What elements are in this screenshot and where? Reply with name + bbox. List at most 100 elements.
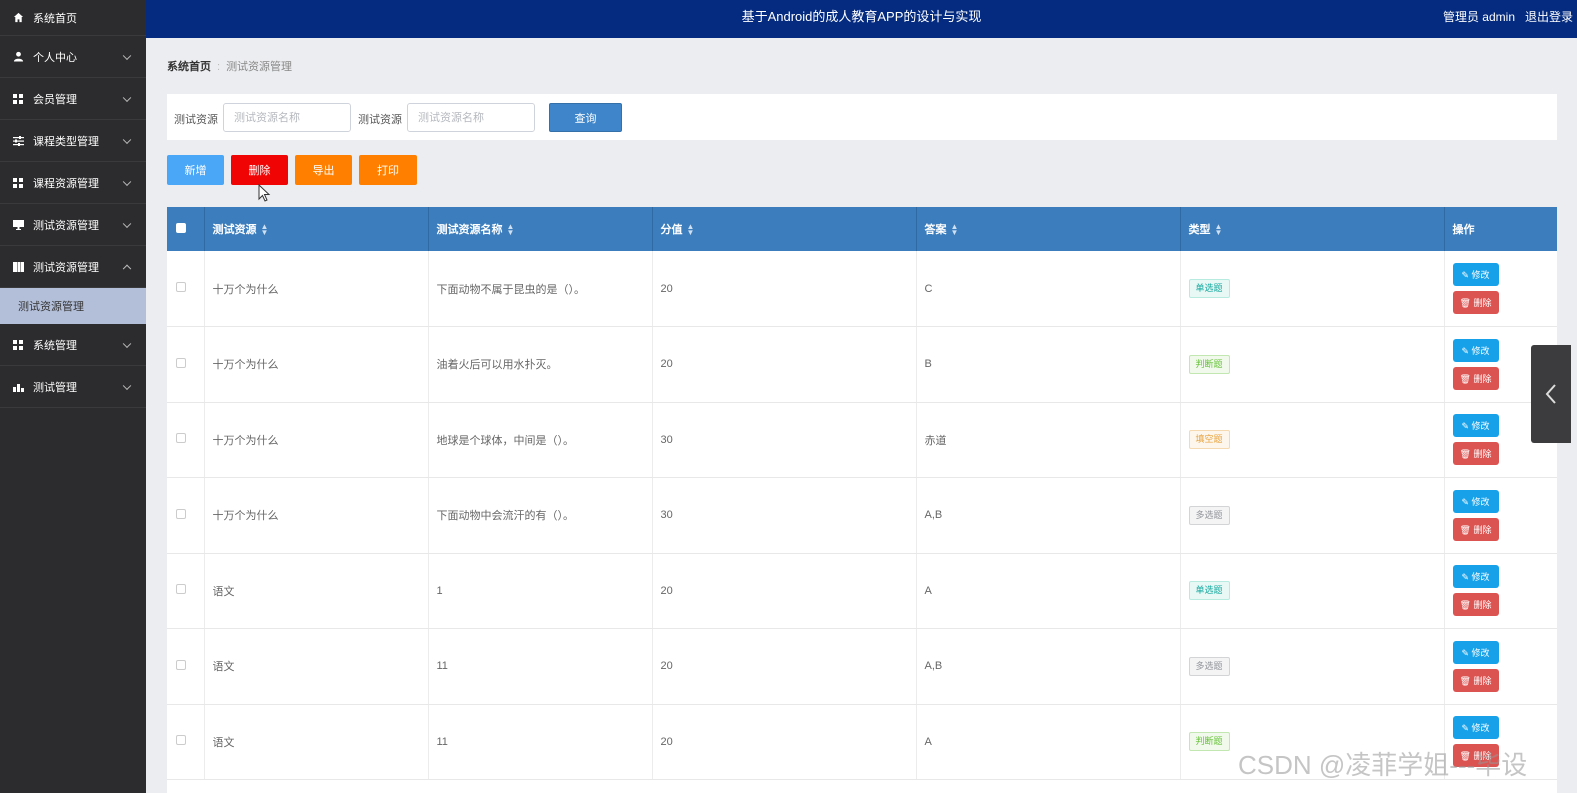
trash-icon: 🗑 (1459, 524, 1474, 535)
delete-button-label: 删除 (1473, 298, 1492, 308)
sidebar-subitem-label: 测试资源管理 (18, 301, 84, 313)
mouse-cursor-icon (258, 184, 271, 202)
edit-button[interactable]: ✎ 修改 (1452, 640, 1499, 664)
breadcrumb-current: 测试资源管理 (226, 61, 293, 73)
table-row: 语文 1 20 A 单选题 ✎ 修改 🗑 删除 (167, 553, 1557, 629)
type-tag: 单选题 (1188, 581, 1230, 601)
column-header-answer[interactable]: 答案 ▲ ▼ (916, 207, 1181, 251)
chevron-down-icon (122, 135, 132, 144)
edit-icon: ✎ (1461, 421, 1472, 432)
sidebar-item-home[interactable]: 系统首页 (0, 0, 146, 36)
cell-score: 20 (652, 326, 917, 403)
cell-actions: ✎ 修改 🗑 删除 (1444, 477, 1557, 554)
edit-button[interactable]: ✎ 修改 (1452, 263, 1499, 286)
cell-resource: 十万个为什么 (204, 477, 429, 554)
side-panel-toggle[interactable] (1531, 345, 1571, 443)
chevron-down-icon (122, 381, 132, 390)
chevron-down-icon (122, 51, 132, 60)
row-checkbox[interactable] (176, 735, 186, 746)
edit-button[interactable]: ✎ 修改 (1452, 338, 1499, 362)
edit-icon: ✎ (1461, 496, 1472, 507)
sidebar-item-label: 测试资源管理 (33, 219, 99, 232)
column-header-name[interactable]: 测试资源名称 ▲ ▼ (428, 207, 653, 251)
search-label-2: 测试资源 (358, 114, 402, 126)
column-header-resource[interactable]: 测试资源 ▲ ▼ (204, 207, 429, 251)
cell-name: 地球是个球体，中间是（）。 (428, 402, 653, 478)
sidebar-item-course-type-management[interactable]: 课程类型管理 (0, 120, 146, 162)
sort-icon: ▲ ▼ (950, 222, 959, 238)
cell-name: 油着火后可以用水扑灭。 (428, 326, 653, 403)
trash-icon: 🗑 (1459, 449, 1474, 460)
row-checkbox[interactable] (176, 433, 186, 444)
delete-button[interactable]: 🗑 删除 (1452, 593, 1499, 617)
row-checkbox[interactable] (176, 584, 186, 595)
row-select-cell (167, 553, 205, 629)
grid-icon (12, 93, 24, 105)
row-checkbox[interactable] (176, 282, 186, 292)
current-user: 管理员 admin (1442, 10, 1515, 24)
export-button[interactable]: 导出 (295, 155, 352, 185)
edit-button[interactable]: ✎ 修改 (1452, 489, 1499, 513)
edit-button-label: 修改 (1471, 647, 1490, 658)
delete-button-label: 删除 (1473, 449, 1492, 460)
breadcrumb-home[interactable]: 系统首页 (167, 61, 211, 73)
sidebar-item-label: 会员管理 (33, 93, 77, 106)
select-all-checkbox[interactable] (176, 222, 186, 233)
search-panel: 测试资源 测试资源 查询 (167, 94, 1557, 140)
book-icon (12, 261, 24, 273)
sidebar-item-test-resource-management[interactable]: 测试资源管理 (0, 204, 146, 246)
cell-type: 单选题 (1180, 553, 1445, 629)
app-title: 基于Android的成人教育APP的设计与实现 (741, 9, 982, 24)
batch-delete-button[interactable]: 删除 (231, 155, 288, 185)
trash-icon: 🗑 (1459, 298, 1474, 308)
delete-button-label: 删除 (1473, 675, 1492, 686)
column-header-score[interactable]: 分值 ▲ ▼ (652, 207, 917, 251)
row-checkbox[interactable] (176, 508, 186, 519)
row-checkbox[interactable] (176, 659, 186, 670)
delete-button[interactable]: 🗑 删除 (1452, 442, 1499, 466)
edit-button[interactable]: ✎ 修改 (1452, 565, 1499, 589)
sliders-icon (12, 135, 24, 147)
grid-icon (12, 177, 24, 189)
sidebar-item-course-resource-management[interactable]: 课程资源管理 (0, 162, 146, 204)
sidebar-item-member-management[interactable]: 会员管理 (0, 78, 146, 120)
cell-answer: 赤道 (916, 402, 1181, 478)
edit-button-label: 修改 (1471, 421, 1490, 432)
edit-button[interactable]: ✎ 修改 (1452, 716, 1499, 740)
delete-button[interactable]: 🗑 删除 (1452, 668, 1499, 692)
delete-button[interactable]: 🗑 删除 (1452, 366, 1499, 390)
search-input-2[interactable] (407, 103, 535, 132)
print-button[interactable]: 打印 (359, 155, 417, 185)
cell-answer: C (916, 251, 1181, 327)
edit-button[interactable]: ✎ 修改 (1452, 414, 1499, 438)
sort-icon: ▲ ▼ (686, 222, 695, 238)
home-icon (12, 12, 24, 24)
search-button[interactable]: 查询 (549, 103, 622, 132)
grid-icon (12, 339, 24, 351)
sidebar-item-label: 课程资源管理 (33, 177, 99, 190)
sidebar-item-system-management[interactable]: 系统管理 (0, 324, 146, 366)
table-row: 语文 11 20 A,B 多选题 ✎ 修改 🗑 删除 (167, 628, 1557, 705)
logout-link[interactable]: 退出登录 (1525, 0, 1573, 34)
column-header-label: 操作 (1452, 224, 1475, 236)
edit-button-label: 修改 (1471, 723, 1490, 734)
column-header-label: 分值 (660, 224, 683, 236)
search-input-1[interactable] (223, 103, 351, 132)
row-select-cell (167, 704, 205, 780)
delete-button[interactable]: 🗑 删除 (1452, 517, 1499, 541)
cell-type: 填空题 (1180, 402, 1445, 478)
column-header-type[interactable]: 类型 ▲ ▼ (1180, 207, 1445, 251)
data-table: 测试资源 ▲ ▼ 测试资源名称 ▲ ▼ 分值 ▲ ▼ 答案 ▲ ▼ 类型 ▲ ▼ 操作 十万个为什么… (167, 207, 1557, 793)
sidebar-item-label: 个人中心 (33, 51, 77, 64)
sidebar-item-test-management[interactable]: 测试管理 (0, 366, 146, 408)
sidebar-item-test-resource-management-expanded[interactable]: 测试资源管理 (0, 246, 146, 288)
delete-button[interactable]: 🗑 删除 (1452, 291, 1499, 314)
sidebar-item-personal-center[interactable]: 个人中心 (0, 36, 146, 78)
sidebar-subitem-test-resource[interactable]: 测试资源管理 (0, 288, 146, 324)
delete-button-label: 删除 (1473, 373, 1492, 384)
add-button[interactable]: 新增 (167, 155, 224, 185)
cell-name: 1 (428, 553, 653, 629)
cell-resource: 语文 (204, 553, 429, 629)
row-checkbox[interactable] (176, 357, 186, 368)
cell-type: 单选题 (1180, 251, 1445, 327)
